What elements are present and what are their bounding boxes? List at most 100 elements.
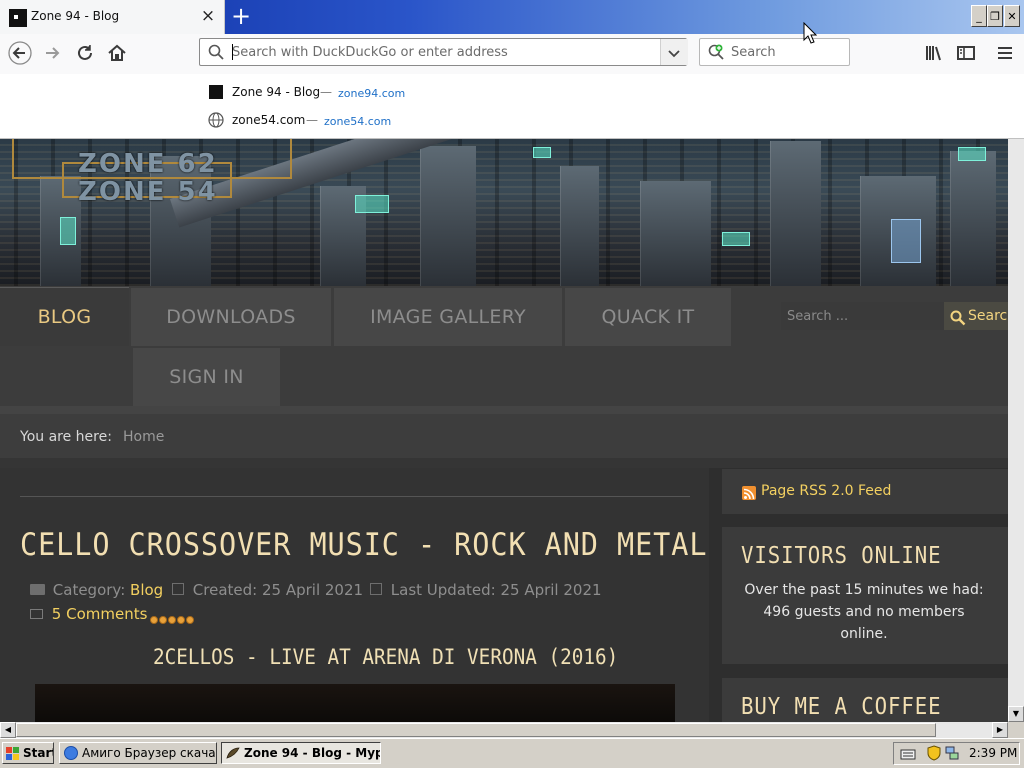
suggestion-url: zone54.com [324,115,392,128]
search-bar[interactable] [699,38,850,66]
keyboard-icon[interactable] [900,746,916,760]
close-window-button[interactable]: ✕ [1004,5,1020,27]
search-icon [950,308,966,326]
url-bar[interactable] [199,38,688,66]
video-heading: 2CELLOS - LIVE AT ARENA DI VERONA (2016) [153,645,619,669]
suggestion-item[interactable]: zone54.com — zone54.com [207,112,647,130]
section-divider [0,458,1008,468]
hamburger-menu-icon[interactable] [993,41,1017,65]
tab-title: Zone 94 - Blog [31,9,120,23]
article-category: Category: Blog [30,581,163,599]
category-link[interactable]: Blog [130,581,163,599]
menu-divider [0,406,1008,414]
chevron-down-icon [667,45,681,59]
site-search-button[interactable]: Search [944,302,1008,330]
taskbar-item-amigo[interactable]: Амиго Браузер скачать... [59,742,217,764]
menu-item-quack-it[interactable]: QUACK IT [565,288,731,346]
globe-icon [208,112,224,128]
breadcrumb-home-link[interactable]: Home [123,429,164,445]
taskbar-item-mypal[interactable]: Zone 94 - Blog - Mypal [221,742,381,764]
suggestion-title: Zone 94 - Blog [232,85,321,99]
suggestion-item[interactable]: Zone 94 - Blog — zone94.com [207,84,647,102]
video-player[interactable] [35,684,675,722]
tab-zone94-blog[interactable]: Zone 94 - Blog × [0,0,225,34]
suggestion-separator: — [320,85,332,99]
search-icon [208,44,224,60]
search-input[interactable] [731,44,843,60]
tab-close-icon[interactable]: × [200,6,216,26]
header-banner-image: ZONE 62 ZONE 54 [0,139,1008,286]
vertical-scrollbar[interactable]: ▼ [1008,139,1024,722]
article-divider [20,496,690,497]
scroll-corner [1008,722,1024,738]
rating-star-icon[interactable] [186,616,194,624]
scroll-right-arrow-icon[interactable]: ▶ [992,722,1008,738]
text-caret [232,44,233,60]
rss-feed-link[interactable]: Page RSS 2.0 Feed [761,483,891,499]
menu-item-downloads[interactable]: DOWNLOADS [131,288,331,346]
category-label: Category: [52,581,126,599]
site-search-button-label: Search [968,308,1008,324]
visitors-text: Over the past 15 minutes we had: 496 gue… [744,582,984,642]
new-tab-button[interactable]: + [229,2,253,30]
breadcrumb-label: You are here: [20,429,112,445]
reload-icon[interactable] [73,41,97,65]
calendar-edit-icon [370,583,382,595]
minimize-button[interactable]: _ [971,5,987,27]
rss-icon [742,486,756,500]
horizontal-scrollbar[interactable]: ◀ ▶ [0,722,1008,738]
start-label: Start [23,746,54,760]
home-icon[interactable] [105,41,129,65]
forward-icon[interactable] [41,41,65,65]
article-comments[interactable]: 5 Comments [30,605,147,623]
suggestion-title: zone54.com [232,113,306,127]
menu-item-image-gallery[interactable]: IMAGE GALLERY [334,288,562,346]
start-button[interactable]: Start [2,742,54,764]
site-logo-line1: ZONE 62 [78,149,218,179]
back-icon[interactable] [8,41,32,65]
site-favicon-icon [209,85,223,99]
article-title[interactable]: CELLO CROSSOVER MUSIC - ROCK AND METAL [20,527,707,563]
library-icon[interactable] [922,41,946,65]
clock: 2:39 PM [969,746,1018,760]
shield-icon[interactable] [927,745,941,761]
rating-stars[interactable] [150,609,195,624]
mypal-app-icon [226,746,240,760]
search-engine-icon[interactable] [708,44,726,60]
taskbar-item-label: Амиго Браузер скачать... [82,746,216,760]
coffee-title: BUY ME A COFFEE [741,694,942,720]
visitors-title: VISITORS ONLINE [741,543,942,569]
article-updated: Last Updated: 25 April 2021 [370,581,602,599]
url-input[interactable] [232,43,652,61]
comments-link[interactable]: 5 Comments [52,605,148,623]
menu-item-sign-in[interactable]: SIGN IN [133,348,280,406]
network-icon[interactable] [944,745,960,761]
mouse-cursor-icon [803,21,818,44]
scroll-left-arrow-icon[interactable]: ◀ [0,722,16,738]
taskbar-item-label: Zone 94 - Blog - Mypal [244,746,381,760]
sidebar-icon[interactable] [954,41,978,65]
windows-logo-icon [6,746,20,760]
rating-star-icon[interactable] [168,616,176,624]
url-dropdown-button[interactable] [660,39,688,65]
horizontal-scroll-thumb[interactable] [16,723,936,737]
updated-date: Last Updated: 25 April 2021 [390,581,602,599]
suggestion-url: zone94.com [338,87,406,100]
rating-star-icon[interactable] [177,616,185,624]
web-page: ZONE 62 ZONE 54 BLOG DOWNLOADS IMAGE GAL… [0,139,1008,722]
calendar-icon [172,583,184,595]
rating-star-icon[interactable] [159,616,167,624]
article-created: Created: 25 April 2021 [172,581,363,599]
comment-icon [30,609,43,619]
folder-icon [30,584,45,595]
created-date: Created: 25 April 2021 [192,581,364,599]
site-favicon-icon [9,9,27,27]
menu-item-blog[interactable]: BLOG [0,287,129,346]
suggestion-separator: — [306,113,318,127]
rating-star-icon[interactable] [150,616,158,624]
scroll-down-arrow-icon[interactable]: ▼ [1008,706,1024,722]
site-logo-line2: ZONE 54 [78,177,218,207]
restore-button[interactable]: ❐ [987,5,1003,27]
browser-app-icon [64,746,78,760]
site-search-input[interactable] [781,302,944,330]
